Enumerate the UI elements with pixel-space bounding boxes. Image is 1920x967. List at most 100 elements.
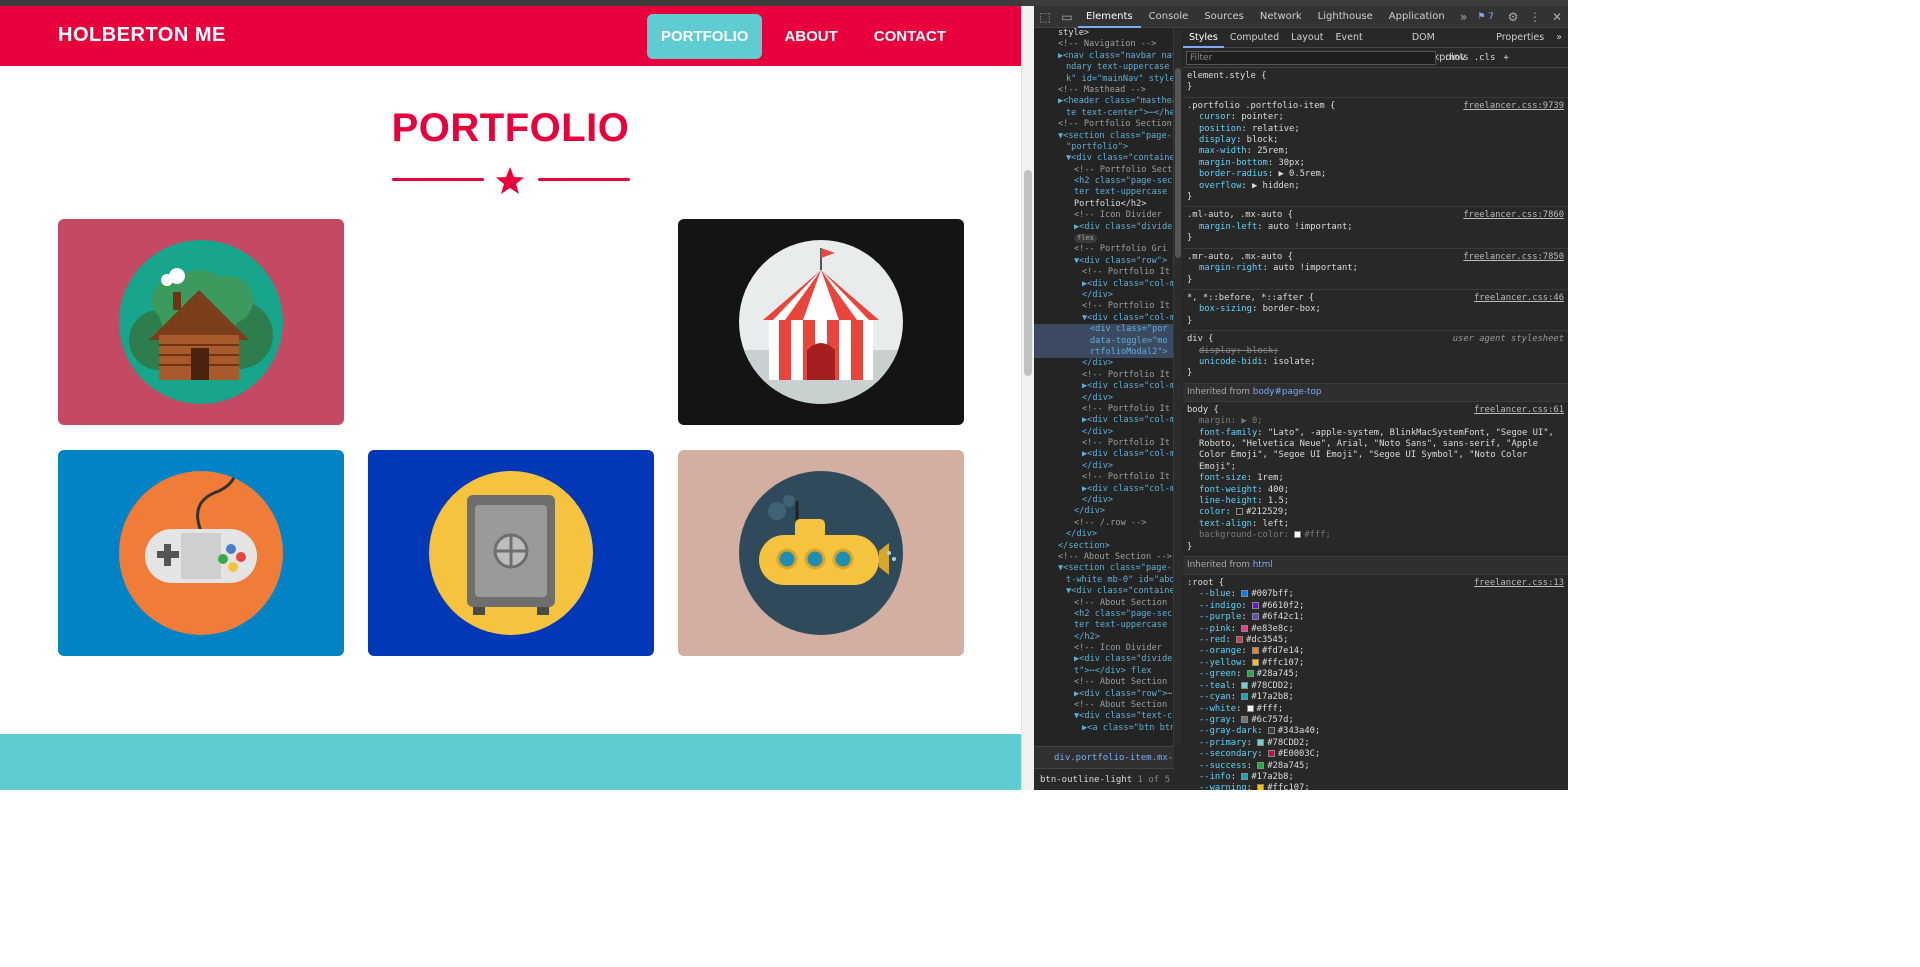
dom-node-line[interactable]: rtfolioModal2"> (1034, 346, 1173, 359)
css-declaration[interactable]: --primary: #78CDD2; (1187, 738, 1564, 749)
color-swatch[interactable] (1241, 693, 1249, 701)
dom-node-line[interactable]: <!-- Portfolio It (1034, 370, 1173, 381)
cls-toggle[interactable]: .cls (1474, 53, 1496, 63)
color-swatch[interactable] (1251, 658, 1259, 666)
dom-node-line[interactable]: </div> (1034, 393, 1173, 404)
css-declaration[interactable]: text-align: left; (1187, 519, 1564, 530)
device-toolbar-icon[interactable]: ▭ (1056, 6, 1078, 28)
css-declaration[interactable]: --teal: #78CDD2; (1187, 681, 1564, 692)
dom-node-line[interactable]: ▶<a class="btn btn (1034, 723, 1173, 734)
dom-node-line[interactable]: ▶<div class="divide (1034, 222, 1173, 233)
dom-node-line[interactable]: </section> (1034, 541, 1173, 552)
color-swatch[interactable] (1241, 590, 1249, 598)
portfolio-item-circus[interactable] (678, 219, 964, 425)
color-swatch[interactable] (1267, 727, 1275, 735)
dom-node-line[interactable]: data-toggle="mo (1034, 335, 1173, 347)
color-swatch[interactable] (1257, 738, 1265, 746)
dom-node-line[interactable]: ▶<div class="col-m (1034, 449, 1173, 460)
dom-node-line[interactable]: </div> (1034, 529, 1173, 540)
more-tabs-icon[interactable]: » (1453, 6, 1475, 28)
color-swatch[interactable] (1251, 647, 1259, 655)
css-declaration[interactable]: --pink: #e83e8c; (1187, 624, 1564, 635)
css-declaration[interactable]: max-width: 25rem; (1187, 146, 1564, 157)
dom-node-line[interactable]: style> (1034, 28, 1173, 39)
issues-badge[interactable]: ⚑ 7 (1477, 12, 1494, 22)
style-rule[interactable]: .mr-auto, .mx-auto {freelancer.css:7850 m… (1183, 249, 1568, 290)
dom-node-line[interactable]: ter text-uppercase (1034, 620, 1173, 631)
dom-node-line[interactable]: ▼<div class="containe (1034, 586, 1173, 597)
color-swatch[interactable] (1294, 531, 1302, 539)
tab-event-listeners[interactable]: Event Listeners (1329, 28, 1405, 63)
dom-node-line[interactable]: ▶<nav class="navbar nav (1034, 51, 1173, 62)
tab-styles[interactable]: Styles (1183, 28, 1224, 48)
nav-portfolio[interactable]: PORTFOLIO (646, 14, 763, 59)
dom-node-line[interactable]: flex (1034, 233, 1173, 244)
rule-source-link[interactable]: freelancer.css:61 (1474, 405, 1564, 415)
more-style-tabs-icon[interactable]: » (1550, 28, 1568, 48)
style-rule[interactable]: *, *::before, *::after {freelancer.css:4… (1183, 290, 1568, 332)
tab-properties[interactable]: Properties (1490, 28, 1550, 48)
dom-node-line[interactable]: </div> (1034, 506, 1173, 517)
elements-search-bar[interactable]: btn-outline-light 1 of 5 (1034, 768, 1174, 790)
dom-node-line[interactable]: </div> (1034, 461, 1173, 472)
css-declaration[interactable]: --gray-dark: #343a40; (1187, 726, 1564, 737)
inspect-element-icon[interactable]: ⬚ (1034, 6, 1056, 28)
dom-node-line[interactable]: ▶<div class="col-m (1034, 381, 1173, 392)
dom-node-line[interactable]: ▼<div class="row"> (1034, 256, 1173, 267)
tab-lighthouse[interactable]: Lighthouse (1310, 6, 1381, 28)
dom-node-line[interactable]: <!-- Navigation --> (1034, 39, 1173, 50)
color-swatch[interactable] (1267, 750, 1275, 758)
css-declaration[interactable]: margin-bottom: 30px; (1187, 158, 1564, 169)
page-scrollbar-thumb[interactable] (1024, 170, 1032, 376)
hov-toggle[interactable]: :hov (1444, 53, 1466, 63)
css-declaration[interactable]: unicode-bidi: isolate; (1187, 357, 1564, 368)
color-swatch[interactable] (1251, 613, 1259, 621)
dom-node-line[interactable]: <!-- Portfolio It (1034, 438, 1173, 449)
tab-console[interactable]: Console (1141, 6, 1197, 28)
dom-node-line[interactable]: ▼<div class="text-c (1034, 711, 1173, 722)
dom-node-line[interactable]: <!-- Icon Divider (1034, 210, 1173, 221)
dom-node-line[interactable]: "portfolio"> (1034, 142, 1173, 153)
style-rule[interactable]: div {user agent stylesheet display: block… (1183, 331, 1568, 384)
color-swatch[interactable] (1246, 704, 1254, 712)
dom-node-line[interactable]: <!-- About Section (1034, 700, 1173, 711)
dom-node-line[interactable]: ▼<section class="page-s (1034, 131, 1173, 142)
rule-source-link[interactable]: freelancer.css:9739 (1463, 101, 1564, 111)
color-swatch[interactable] (1246, 670, 1254, 678)
css-declaration[interactable]: --info: #17a2b8; (1187, 772, 1564, 783)
portfolio-item-game-controller[interactable] (58, 450, 344, 656)
portfolio-item-cabin[interactable] (58, 219, 344, 425)
css-declaration[interactable]: --red: #dc3545; (1187, 635, 1564, 646)
dom-node-line[interactable]: t">⋯</div> flex (1034, 666, 1173, 677)
dom-node-line[interactable]: </div> (1034, 290, 1173, 301)
dom-node-line[interactable]: ▶<div class="col-m (1034, 484, 1173, 495)
css-declaration[interactable]: --indigo: #6610f2; (1187, 601, 1564, 612)
dom-node-line[interactable]: ▼<div class="col-m (1034, 313, 1173, 324)
rule-source-link[interactable]: freelancer.css:13 (1474, 578, 1564, 588)
dom-node-line[interactable]: ndary text-uppercase f (1034, 62, 1173, 73)
css-declaration[interactable]: --purple: #6f42c1; (1187, 612, 1564, 623)
dom-node-line[interactable]: </h2> (1034, 632, 1173, 643)
color-swatch[interactable] (1241, 715, 1249, 723)
dom-node-line[interactable]: <!-- About Section --> (1034, 552, 1173, 563)
dom-node-line[interactable]: <!-- Portfolio It (1034, 472, 1173, 483)
css-declaration[interactable]: --gray: #6c757d; (1187, 715, 1564, 726)
tab-sources[interactable]: Sources (1196, 6, 1252, 28)
css-declaration[interactable]: margin-right: auto !important; (1187, 263, 1564, 274)
dom-node-line[interactable]: t-white mb-0" id="abou (1034, 575, 1173, 586)
dom-node-line[interactable]: <!-- Portfolio It (1034, 301, 1173, 312)
portfolio-item-submarine[interactable] (678, 450, 964, 656)
style-rule[interactable]: .portfolio .portfolio-item {freelancer.c… (1183, 98, 1568, 208)
tab-network[interactable]: Network (1252, 6, 1310, 28)
css-declaration[interactable]: position: relative; (1187, 124, 1564, 135)
css-declaration[interactable]: color: #212529; (1187, 507, 1564, 518)
css-declaration[interactable]: display: block; (1187, 346, 1564, 357)
dom-node-line[interactable]: ▶<div class="row">⋯ (1034, 689, 1173, 700)
dom-node-line[interactable]: <h2 class="page-sec (1034, 176, 1173, 187)
color-swatch[interactable] (1241, 772, 1249, 780)
dom-node-line[interactable]: <!-- About Section (1034, 677, 1173, 688)
css-declaration[interactable]: margin-left: auto !important; (1187, 222, 1564, 233)
color-swatch[interactable] (1236, 636, 1244, 644)
close-icon[interactable]: ✕ (1546, 6, 1568, 28)
tab-application[interactable]: Application (1381, 6, 1453, 28)
